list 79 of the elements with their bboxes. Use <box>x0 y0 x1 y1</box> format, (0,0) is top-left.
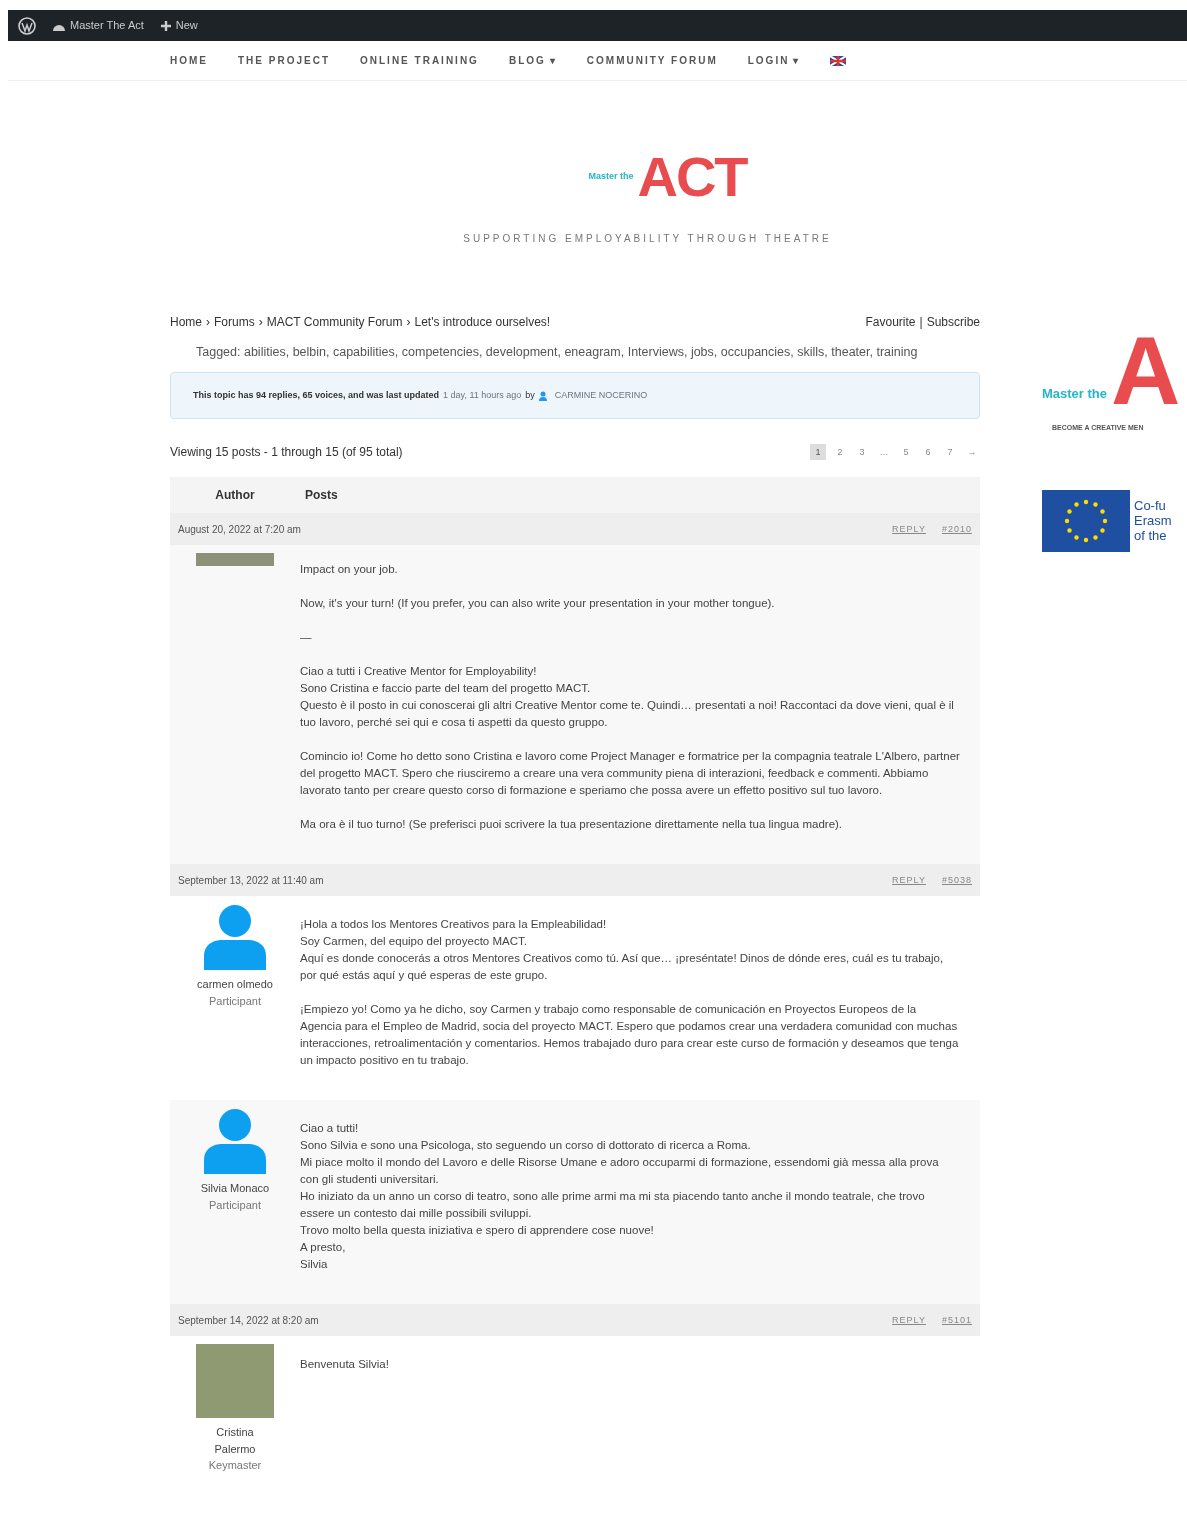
post-date: September 13, 2022 at 11:40 am <box>178 873 324 888</box>
nav-link[interactable]: HOME <box>170 53 208 68</box>
nav-link[interactable]: COMMUNITY FORUM <box>586 53 718 68</box>
nav-link[interactable]: BLOG <box>508 53 546 68</box>
page-link[interactable]: 6 <box>920 444 936 461</box>
breadcrumb-separator: › <box>406 315 411 329</box>
post-paragraph: Ciao a tutti i Creative Mentor for Employability! Sono Cristina e faccio parte del team del progetto MACT. Questo è il posto in cui conoscerai gli altri Creative Mentor come te. Quindi… presentati a noi! Raccontaci da dove vieni, qual è il tuo lavoro, perché sei qui e cosa ti aspetti da questo gruppo. <box>300 664 955 731</box>
nav-link[interactable]: LOGIN <box>747 53 790 68</box>
breadcrumb-link[interactable]: MACT Community Forum <box>266 315 403 329</box>
column-header: Posts <box>304 487 338 505</box>
notice-text: This topic has 94 replies, 65 voices, and was last updated <box>193 388 440 402</box>
user-icon <box>538 390 547 401</box>
caret-icon[interactable]: ▾ <box>549 53 557 68</box>
tag-link[interactable]: capabilities, <box>332 345 399 359</box>
breadcrumb-link[interactable]: Forums <box>214 315 255 329</box>
notice-by: by <box>525 388 535 402</box>
page-link[interactable]: … <box>876 444 892 461</box>
page-link[interactable]: → <box>964 444 980 461</box>
user-avatar-icon[interactable] <box>204 904 266 971</box>
post-paragraph: Comincio io! Come ho detto sono Cristina e lavoro come Project Manager e formatrice per la compagnia teatrale L'Albero, partner del progetto MACT. Spero che riusciremo a creare una vera community piena di interazioni, feedback e commenti. Abbiamo lavorato tanto per creare questo corso di formazione e speriamo che possa avere un effetto positivo sul tuo lavoro. <box>300 749 960 799</box>
author-name[interactable]: Cristina Palermo <box>195 1424 275 1458</box>
logo-text: Master the <box>1042 384 1108 403</box>
nav-link[interactable]: THE PROJECT <box>238 53 330 68</box>
funding-text: Co-fu Erasm of the <box>1134 498 1172 543</box>
page-link[interactable]: 3 <box>854 444 870 461</box>
topic-action-link[interactable]: Subscribe <box>926 315 980 329</box>
eu-flag-icon <box>1042 489 1130 552</box>
tags-label: Tagged: <box>196 345 242 359</box>
new-link[interactable]: New <box>175 17 198 34</box>
author-name[interactable]: carmen olmedo <box>195 976 275 993</box>
topic-action-link[interactable]: Favourite <box>865 315 916 329</box>
post-date: September 14, 2022 at 8:20 am <box>178 1313 319 1328</box>
post-paragraph: Impact on your job. <box>300 562 399 578</box>
tag-link[interactable]: occupancies, <box>720 345 794 359</box>
tag-link[interactable]: jobs, <box>690 345 718 359</box>
tag-link[interactable]: competencies, <box>401 345 483 359</box>
post-paragraph: Ma ora è il tuo turno! (Se preferisci puoi scrivere la tua presentazione direttamente nella tua lingua madre). <box>300 817 844 833</box>
breadcrumb-link[interactable]: Home <box>170 315 202 329</box>
tag-link[interactable]: development, <box>485 345 561 359</box>
site-link[interactable]: Master The Act <box>70 17 144 34</box>
breadcrumb-link[interactable]: Let's introduce ourselves! <box>414 315 551 329</box>
freshness-link[interactable]: 1 day, 11 hours ago <box>443 388 522 403</box>
logo-text: Master the <box>588 170 634 184</box>
author-name[interactable]: Silvia Monaco <box>195 1180 275 1197</box>
tag-link[interactable]: skills, <box>797 345 828 359</box>
page-link[interactable]: 7 <box>942 444 958 461</box>
nav-link[interactable]: ONLINE TRAINING <box>360 53 479 68</box>
action-separator: | <box>919 315 923 329</box>
posts-count: Viewing 15 posts - 1 through 15 (of 95 total) <box>170 444 403 462</box>
plus-icon[interactable] <box>159 19 172 32</box>
tag-link[interactable]: training <box>876 345 918 359</box>
tag-link[interactable]: theater, <box>831 345 873 359</box>
logo-text: A <box>1111 323 1178 419</box>
post-paragraph: ¡Empiezo yo! Como ya he dicho, soy Carmen y trabajo como responsable de comunicación en Proyectos Europeos de la Agencia para el Empleo de Madrid, socia del proyecto MACT. Espero que podamos crear una verdadera comunidad con muchas interacciones, retroalimentación y comentarios. Hemos trabajado duro para crear este curso de formación y deseamos que tenga un impacto positivo en tu trabajo. <box>300 1002 960 1069</box>
page-link[interactable]: 2 <box>832 444 848 461</box>
page-link[interactable]: 5 <box>898 444 914 461</box>
page-link[interactable]: 1 <box>810 444 826 461</box>
breadcrumb-separator: › <box>206 315 210 329</box>
author-role: Participant <box>208 993 262 1009</box>
post-paragraph: — <box>300 630 313 646</box>
post-paragraph: ¡Hola a todos los Mentores Creativos para la Empleabilidad! Soy Carmen, del equipo del proyecto MACT. Aquí es donde conocerás a otros Mentores Creativos como tú. Así que… ¡preséntate! Dinos de dónde eres, cuál es tu trabajo, por qué estás aquí y qué esperas de este grupo. <box>300 917 945 984</box>
tag-link[interactable]: belbin, <box>292 345 330 359</box>
column-header: Author <box>214 487 256 505</box>
caret-icon[interactable]: ▾ <box>793 53 801 68</box>
tag-link[interactable]: Interviews, <box>627 345 688 359</box>
post-date: August 20, 2022 at 7:20 am <box>178 522 301 537</box>
author-link[interactable]: CARMINE NOCERINO <box>554 388 648 403</box>
flag-icon[interactable] <box>830 55 847 66</box>
site-tagline: SUPPORTING EMPLOYABILITY THROUGH THEATRE <box>463 232 832 246</box>
user-avatar-icon[interactable] <box>204 1108 266 1175</box>
logo-text: ACT <box>637 149 747 205</box>
post-paragraph: Ciao a tutti! Sono Silvia e sono una Psicologa, sto seguendo un corso di dottorato di ricerca a Roma. Mi piace molto il mondo del Lavoro e delle Risorse Umane e adoro occuparmi di formazione, essendomi già messa alla prova con gli studenti universitari. Ho iniziato da un anno un corso di teatro, sono alle prime armi ma mi sta piacendo tanto anche il mondo teatrale, che trovo essere un contesto dai mille possibili sviluppi. Trovo molto bella questa iniziativa e spero di apprendere cose nuove! A presto, Silvia <box>300 1121 940 1273</box>
breadcrumb-separator: › <box>258 315 263 329</box>
author-role: Keymaster <box>207 1458 263 1474</box>
post-paragraph: Now, it's your turn! (If you prefer, you can also write your presentation in your mother tongue). <box>300 596 776 612</box>
author-role: Participant <box>208 1197 262 1213</box>
post-paragraph: Benvenuta Silvia! <box>300 1357 390 1373</box>
tag-link[interactable]: eneagram, <box>564 345 625 359</box>
tag-link[interactable]: abilities, <box>243 345 290 359</box>
